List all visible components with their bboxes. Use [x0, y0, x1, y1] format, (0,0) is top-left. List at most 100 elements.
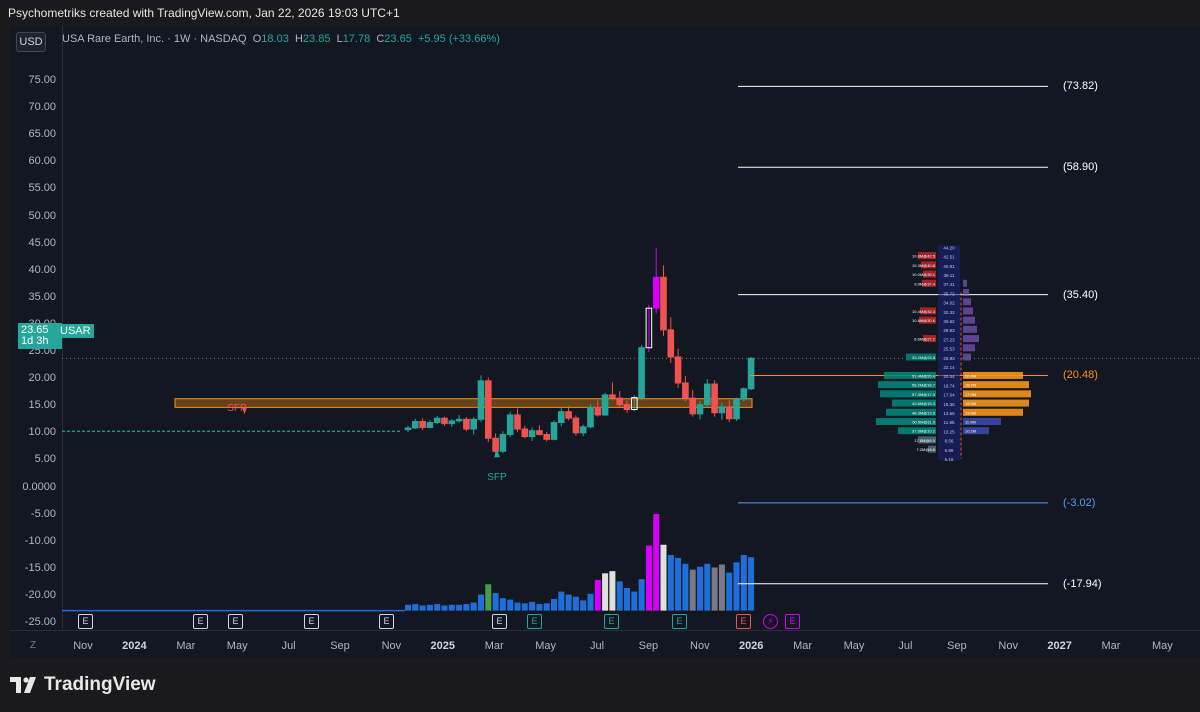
profile-price-tick: 44.20	[943, 245, 955, 250]
legend-open-key: O	[252, 33, 262, 45]
x-tick-label: 2026	[738, 640, 764, 652]
earnings-event-icon[interactable]: E	[304, 614, 319, 629]
candle-body	[674, 356, 682, 384]
chart-plot-area[interactable]: SFPSFP44.2042.5140.8139.1137.4135.7234.0…	[10, 26, 1200, 630]
candle-body	[682, 382, 689, 399]
earnings-event-icon[interactable]: E	[78, 614, 93, 629]
profile-price-tick: 8.56	[945, 439, 954, 444]
candle-body	[470, 418, 477, 430]
profile-price-tick: 34.02	[943, 301, 955, 306]
profile-bar-label: 57.3M@17.0	[912, 392, 936, 397]
earnings-event-icon[interactable]: E	[672, 614, 687, 629]
candle-body	[433, 417, 441, 424]
volume-bar	[499, 598, 506, 611]
volume-bar	[616, 581, 623, 611]
volume-bar	[675, 557, 682, 611]
earnings-event-icon[interactable]: E	[228, 614, 243, 629]
volume-bar	[697, 566, 703, 611]
x-tick-label: Mar	[176, 640, 196, 652]
volume-bar	[434, 604, 441, 611]
earnings-event-icon[interactable]: E	[492, 614, 507, 629]
candle-body	[689, 397, 697, 415]
volume-bar	[704, 563, 711, 611]
earnings-event-icon[interactable]: E	[785, 614, 800, 629]
profile-price-tick: 11.95	[944, 420, 955, 425]
volume-bar	[711, 567, 718, 611]
legend-close: 23.65	[384, 33, 412, 45]
profile-bar-label: 10.8M@30.6	[912, 318, 936, 323]
chart-panel[interactable]: 75.00 70.00 65.00 60.00 55.00 50.00 45.00 40.00…	[10, 26, 1200, 658]
earnings-event-icon[interactable]: E	[527, 614, 542, 629]
earnings-event-icon[interactable]: E	[193, 614, 208, 629]
candle-body	[485, 380, 492, 439]
x-tick-label: May	[843, 640, 865, 652]
volume-bar	[456, 604, 463, 611]
legend-high-key: H	[294, 33, 303, 45]
candle-body	[565, 411, 572, 419]
volume-bar	[580, 600, 587, 611]
volume-bar	[485, 584, 492, 611]
split-event-icon[interactable]: ⚡	[763, 614, 778, 629]
x-tick-label: Nov	[381, 640, 402, 652]
volume-bar	[419, 605, 426, 611]
profile-price-tick: 20.44	[943, 374, 955, 379]
watermark-banner: Psychometriks created with TradingView.c…	[0, 0, 1200, 26]
candle-body	[652, 276, 660, 309]
candle-body	[528, 430, 536, 438]
sfp-label-bottom: SFP	[487, 472, 507, 483]
profile-bar-right-label: 10.2M	[965, 429, 976, 434]
volume-bar	[514, 602, 521, 611]
candle-body	[499, 433, 507, 452]
profile-price-tick: 6.86	[945, 448, 954, 453]
zoom-reset-button[interactable]: Z	[30, 640, 36, 651]
currency-button[interactable]: USD	[16, 32, 46, 52]
volume-bar	[653, 514, 660, 611]
volume-bar	[412, 604, 419, 611]
legend-change: +5.95 (+33.66%)	[417, 33, 500, 45]
profile-bar-right-label: 18.7M	[965, 383, 976, 388]
volume-bar	[426, 604, 433, 611]
profile-bar-label: 9.9M@37.4	[914, 281, 936, 286]
x-tick-label: Nov	[690, 640, 710, 652]
candle-body	[419, 420, 426, 428]
profile-bar-label: 17.8M@8.5	[914, 438, 936, 443]
volume-bar	[682, 563, 689, 611]
banner-text: Psychometriks created with TradingView.c…	[8, 6, 400, 20]
profile-bar-label: 51.4M@20.4	[912, 373, 936, 378]
volume-bar	[551, 598, 557, 611]
time-axis[interactable]: Z Nov 2024 Mar May Jul Sep Nov 2025 Mar May Jul Sep…	[10, 630, 1200, 658]
fib-level-label: (20.48)	[1063, 369, 1098, 382]
x-tick-label: Sep	[947, 640, 967, 652]
volume-bar	[726, 572, 733, 611]
profile-bar-label: 8.6M@27.2	[914, 337, 936, 342]
footer	[0, 658, 1200, 712]
tradingview-logo: TradingView	[10, 674, 156, 696]
volume-bar	[448, 604, 455, 611]
profile-price-tick: 27.23	[943, 337, 955, 342]
profile-bar-right-label: 15.3M	[965, 401, 976, 406]
candle-body	[667, 329, 675, 358]
candle-body	[572, 417, 580, 434]
profile-price-tick: 32.32	[943, 310, 955, 315]
profile-price-tick: 37.41	[943, 282, 955, 287]
profile-price-tick: 40.81	[943, 264, 955, 269]
symbol-legend: USA Rare Earth, Inc. · 1W · NASDAQ O18.0…	[62, 32, 500, 46]
candle-body	[747, 357, 755, 390]
volume-bar	[565, 594, 572, 611]
profile-bar-right	[963, 335, 979, 343]
candle-body	[448, 420, 456, 425]
profile-price-tick: 13.65	[943, 411, 955, 416]
fib-level-label: (73.82)	[1063, 80, 1098, 93]
legend-high: 23.85	[302, 33, 331, 45]
earnings-event-icon[interactable]: E	[604, 614, 619, 629]
candle-body	[579, 426, 587, 434]
profile-price-tick: 18.74	[943, 383, 955, 388]
volume-bar	[405, 604, 411, 611]
earnings-event-icon[interactable]: E	[379, 614, 394, 629]
candle-body	[426, 422, 434, 428]
x-tick-label: 2027	[1047, 640, 1072, 652]
profile-bar-right-label: 13.6M	[965, 410, 976, 415]
candle-body	[506, 414, 514, 435]
volume-bar	[718, 564, 725, 611]
earnings-event-icon[interactable]: E	[736, 614, 751, 629]
